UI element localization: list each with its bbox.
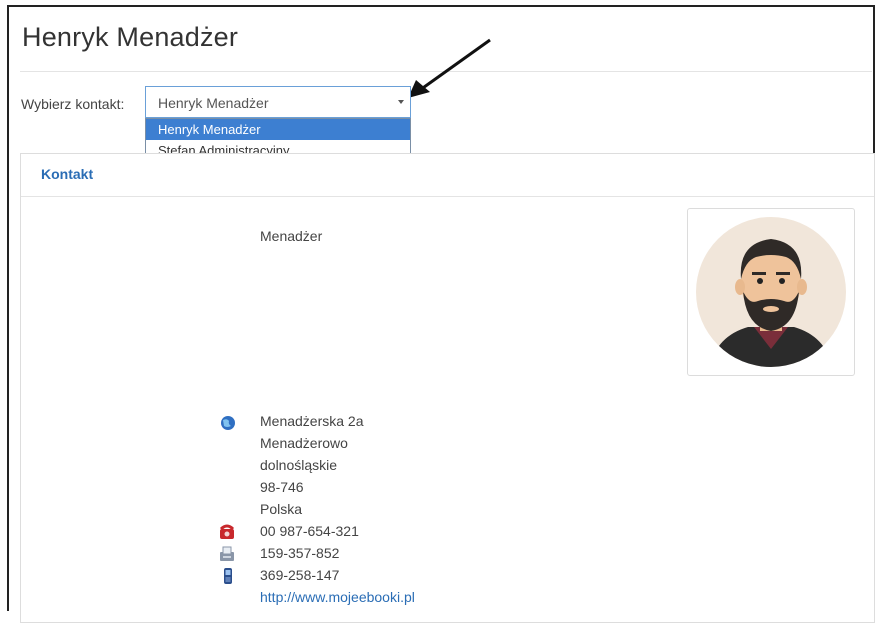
- address-city: Menadżerowo: [260, 435, 348, 451]
- avatar: [687, 208, 855, 376]
- website-link[interactable]: http://www.mojeebooki.pl: [260, 589, 415, 605]
- page-title: Henryk Menadżer: [22, 22, 239, 52]
- mobile-phone-icon: [224, 568, 232, 584]
- address-country: Polska: [260, 501, 303, 517]
- address-street: Menadżerska 2a: [260, 413, 364, 429]
- chevron-down-icon: [398, 100, 404, 104]
- fax-icon: [220, 546, 234, 561]
- contact-select[interactable]: Henryk Menadżer: [145, 86, 411, 118]
- mobile-number: 369-258-147: [260, 567, 340, 583]
- contact-select-label: Wybierz kontakt:: [21, 96, 125, 112]
- panel-heading[interactable]: Kontakt: [41, 166, 93, 182]
- annotation-arrow: [408, 38, 491, 98]
- contact-select-value: Henryk Menadżer: [158, 95, 269, 111]
- panel-header: Kontakt: [21, 154, 874, 197]
- fax-number: 159-357-852: [260, 545, 340, 561]
- address-postcode: 98-746: [260, 479, 304, 495]
- address-region: dolnośląskie: [260, 457, 338, 473]
- dropdown-option[interactable]: Henryk Menadżer: [146, 119, 410, 140]
- phone-number: 00 987-654-321: [260, 523, 359, 539]
- user-avatar: [696, 217, 846, 367]
- globe-icon: [221, 416, 235, 430]
- contact-position: Menadżer: [260, 228, 323, 244]
- telephone-icon: [219, 524, 235, 539]
